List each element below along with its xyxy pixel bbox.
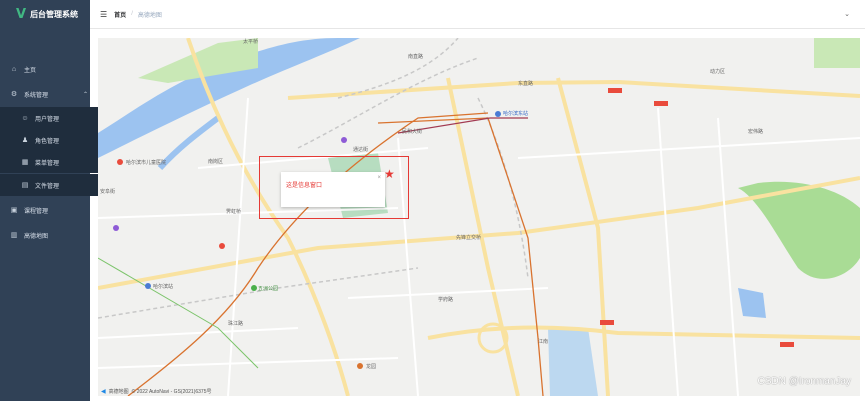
amap-map[interactable]: 哈尔滨东站 哈尔滨市儿童医院 哈尔滨站 先锋立交桥 南直路 东直路 动力区 太平… [98, 38, 860, 396]
sidebar-item-home[interactable]: ⌂ 主页 [0, 58, 98, 80]
map-label: 哈尔滨市儿童医院 [126, 160, 167, 166]
sidebar-item-label: 主页 [24, 67, 37, 74]
map-label: 哈尔滨站 [153, 284, 174, 290]
sidebar-item-roles[interactable]: ♟ 角色管理 [0, 129, 109, 151]
star-icon[interactable]: ★ [384, 168, 395, 180]
sidebar-item-map[interactable]: ▥ 高德地图 [0, 224, 98, 246]
file-icon: ▤ [21, 182, 29, 189]
breadcrumb-home[interactable]: 首页 [114, 10, 126, 19]
vue-logo-icon: V [16, 6, 27, 22]
map-icon: ▥ [10, 232, 18, 239]
user-icon: ☺ [21, 114, 29, 122]
app-title: 后台管理系统 [30, 9, 79, 19]
chevron-up-icon: ⌃ [82, 91, 88, 98]
sidebar-item-label: 用户管理 [35, 116, 60, 123]
breadcrumb-separator: / [131, 11, 133, 17]
breadcrumb-current: 高德地图 [137, 12, 162, 19]
map-attribution: ◀ 高德地图 © 2022 AutoNavi - GS(2021)6375号 [101, 388, 211, 395]
sidebar-item-users[interactable]: ☺ 用户管理 [0, 107, 109, 129]
map-label: 龙园 [366, 364, 377, 370]
sidebar-item-label: 菜单管理 [35, 160, 60, 167]
map-label: 民和大街 [402, 129, 423, 135]
map-label: 五洲公园 [258, 286, 279, 292]
attribution-text: © 2022 AutoNavi - GS(2021)6375号 [131, 389, 212, 395]
sidebar-item-label: 课程管理 [24, 208, 49, 215]
map-label: 哈尔滨东站 [503, 111, 529, 117]
amap-logo-icon: ◀ [101, 389, 106, 395]
map-label: 动力区 [710, 69, 726, 75]
sidebar-item-label: 角色管理 [35, 138, 60, 145]
home-icon: ⌂ [11, 65, 17, 73]
map-label: 霁虹桥 [226, 209, 242, 215]
brand[interactable]: V 后台管理系统 [0, 0, 90, 28]
map-label: 南岗区 [208, 159, 224, 165]
menu-grid-icon: ▦ [21, 159, 29, 166]
hamburger-icon[interactable]: ☰ [100, 10, 107, 19]
map-label: 学府路 [438, 297, 454, 303]
map-label: 南直路 [408, 54, 424, 60]
sidebar-item-label: 文件管理 [35, 183, 60, 190]
sidebar: V 后台管理系统 ⌂ 主页 ⚙ 系统管理 ⌃ ☺ 用户管理 ♟ 角色管理 ▦ 菜… [0, 0, 109, 401]
map-label: 江南 [538, 339, 549, 345]
sidebar-item-label: 系统管理 [24, 92, 49, 99]
watermark: CSDN @IronmanJay [757, 376, 851, 387]
top-bar: ☰ 首页 / 高德地图 ⌄ [90, 0, 865, 29]
settings-icon: ⚙ [10, 91, 18, 98]
chevron-down-icon[interactable]: ⌄ [844, 10, 850, 18]
map-label: 通达街 [353, 147, 369, 153]
close-icon[interactable]: × [377, 175, 381, 181]
breadcrumb: 首页 / 高德地图 [114, 10, 162, 19]
map-label: 宏伟路 [748, 129, 764, 135]
info-window-text: 这是信息窗口 [286, 183, 323, 189]
course-icon: ▣ [10, 207, 18, 214]
sidebar-item-menus[interactable]: ▦ 菜单管理 [0, 151, 109, 173]
sidebar-item-system[interactable]: ⚙ 系统管理 ⌃ [0, 83, 98, 105]
map-label: 东直路 [518, 81, 534, 87]
info-window[interactable]: 这是信息窗口 × [281, 172, 385, 207]
map-canvas[interactable] [98, 38, 860, 396]
map-label: 珠江路 [228, 321, 244, 327]
attribution-brand[interactable]: 高德地图 [109, 388, 129, 395]
map-label: 先锋立交桥 [456, 235, 482, 241]
sidebar-item-label: 高德地图 [24, 233, 49, 240]
sidebar-item-files[interactable]: ▤ 文件管理 [0, 174, 109, 196]
map-label: 安阜街 [100, 189, 116, 195]
role-icon: ♟ [21, 137, 29, 144]
sidebar-item-courses[interactable]: ▣ 课程管理 [0, 199, 98, 221]
map-label: 太平桥 [243, 39, 259, 45]
